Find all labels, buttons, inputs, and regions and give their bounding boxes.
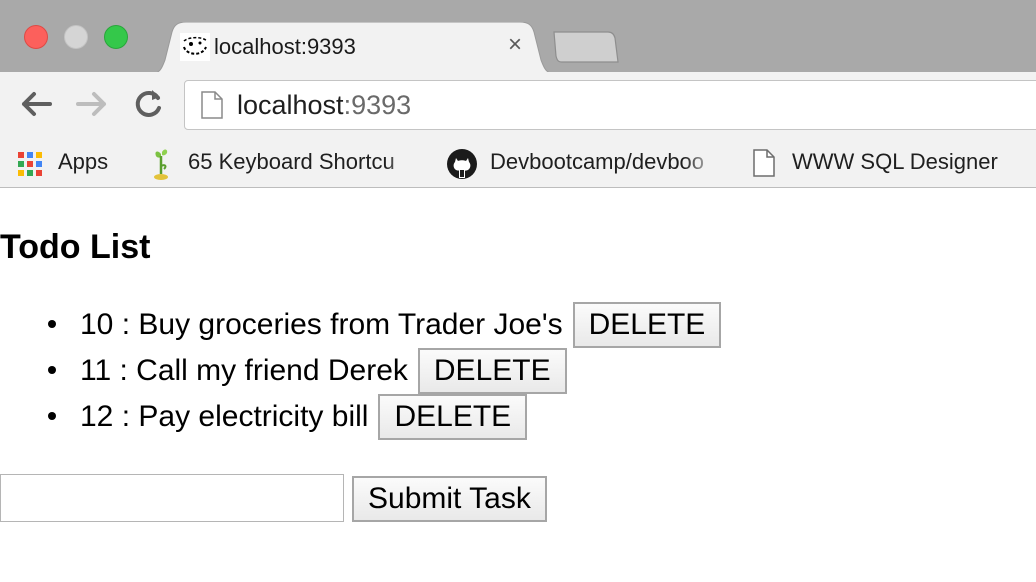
todo-text: 11 : Call my friend Derek — [80, 354, 408, 387]
bookmark-www-sql-designer[interactable]: WWW SQL Designer — [752, 138, 1022, 188]
bookmark-apps[interactable]: Apps — [16, 138, 116, 188]
url-host: localhost — [237, 90, 344, 120]
zoom-window-button[interactable] — [104, 25, 128, 49]
minimize-window-button[interactable] — [64, 25, 88, 49]
submit-task-button[interactable]: Submit Task — [352, 476, 547, 522]
task-input[interactable] — [0, 474, 344, 522]
close-tab-icon[interactable]: × — [508, 31, 522, 59]
delete-button[interactable]: DELETE — [378, 394, 528, 440]
tab-title: localhost:9393 — [214, 34, 356, 59]
new-tab-button[interactable] — [552, 30, 620, 64]
bookmark-label: Devbootcamp/devboo — [490, 149, 705, 174]
url-text: localhost:9393 — [237, 90, 411, 121]
forward-arrow-icon[interactable] — [72, 84, 112, 124]
bookmark-keyboard-shortcuts[interactable]: 65 Keyboard Shortcu — [148, 138, 424, 188]
list-bullet — [48, 366, 56, 374]
todo-text: 12 : Pay electricity bill — [80, 400, 369, 433]
bookmark-devbootcamp[interactable]: Devbootcamp/devboo — [446, 138, 722, 188]
list-bullet — [48, 412, 56, 420]
title-bar: localhost:9393 × — [0, 0, 1036, 74]
bookmarks-bar: Apps 65 Keyboard Shortcu Devbootcamp/dev… — [0, 138, 1036, 188]
page-icon — [201, 91, 223, 119]
document-icon — [752, 148, 782, 178]
page-content: Todo List 10 : Buy groceries from Trader… — [0, 188, 1036, 582]
address-bar[interactable]: localhost:9393 — [184, 80, 1036, 130]
bookmark-label: 65 Keyboard Shortcu — [188, 149, 395, 174]
bookmark-label: Apps — [58, 149, 109, 174]
url-port: :9393 — [343, 90, 412, 120]
browser-toolbar: localhost:9393 — [0, 72, 1036, 138]
delete-button[interactable]: DELETE — [417, 348, 567, 394]
back-arrow-icon[interactable] — [16, 84, 56, 124]
list-bullet — [48, 320, 56, 328]
browser-tab[interactable]: localhost:9393 × — [150, 22, 556, 74]
reload-icon[interactable] — [128, 84, 168, 124]
plant-icon — [148, 148, 178, 180]
apps-grid-icon — [16, 148, 46, 178]
delete-button[interactable]: DELETE — [572, 302, 722, 348]
todo-text: 10 : Buy groceries from Trader Joe's — [80, 308, 563, 341]
smiley-favicon-icon — [180, 33, 210, 61]
bookmark-label: WWW SQL Designer — [792, 149, 998, 174]
page-title: Todo List — [0, 228, 151, 266]
github-icon — [446, 148, 477, 179]
close-window-button[interactable] — [24, 25, 48, 49]
